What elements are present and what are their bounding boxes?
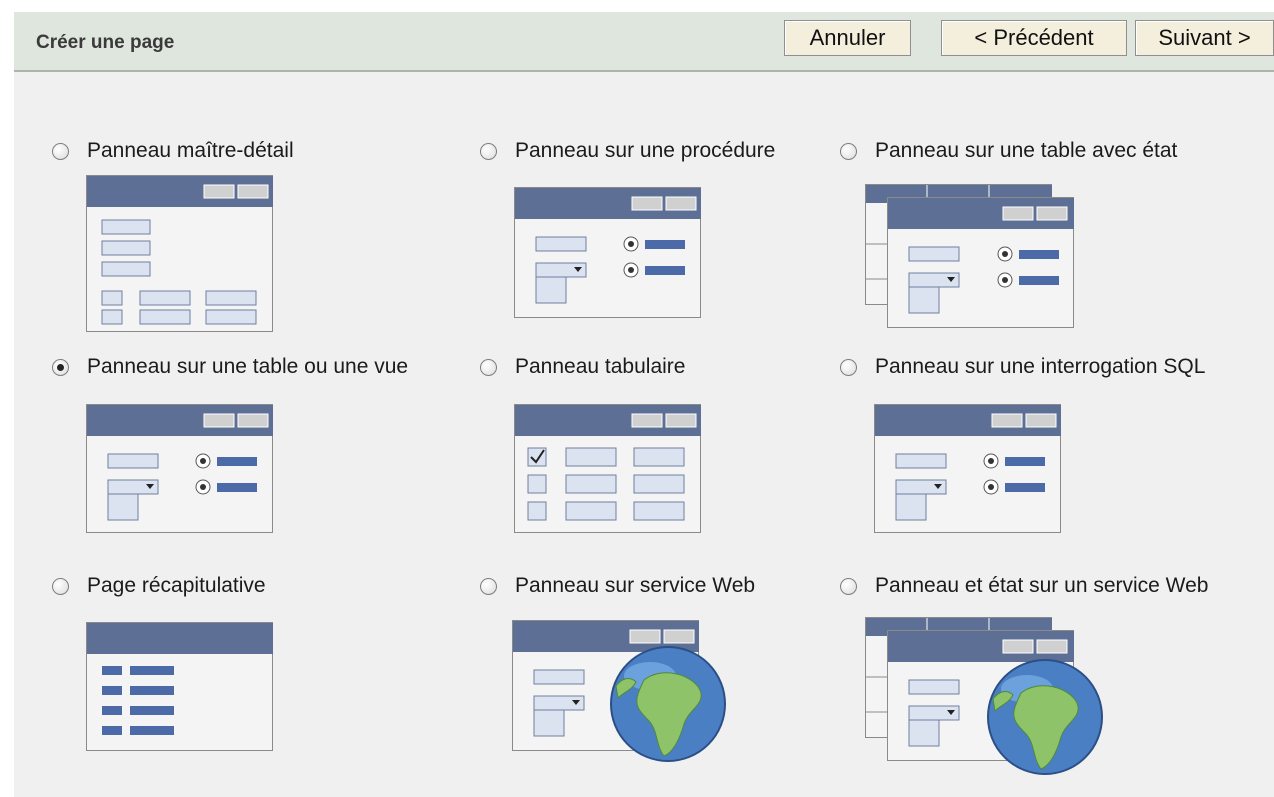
next-button[interactable]: Suivant > bbox=[1135, 20, 1274, 56]
wizard-header: Créer une page Annuler < Précédent Suiva… bbox=[14, 12, 1274, 72]
radio-master-detail[interactable] bbox=[52, 142, 69, 160]
option-label: Panneau sur service Web bbox=[515, 574, 756, 597]
radio-table-report[interactable] bbox=[840, 142, 857, 160]
summary-page-thumbnail bbox=[86, 622, 273, 751]
option-label: Panneau sur une table ou une vue bbox=[87, 355, 409, 378]
option-master-detail[interactable]: Panneau maître-détail bbox=[52, 139, 294, 163]
option-web-service-report[interactable]: Panneau et état sur un service Web bbox=[840, 574, 1208, 598]
radio-tabular[interactable] bbox=[480, 358, 497, 376]
page-title: Créer une page bbox=[36, 32, 175, 53]
master-detail-thumbnail bbox=[86, 175, 273, 332]
option-label: Panneau sur une interrogation SQL bbox=[875, 355, 1206, 378]
radio-web-service-report[interactable] bbox=[840, 577, 857, 595]
previous-button[interactable]: < Précédent bbox=[941, 20, 1127, 56]
option-table-view[interactable]: Panneau sur une table ou une vue bbox=[52, 355, 408, 379]
radio-table-view[interactable] bbox=[52, 358, 69, 376]
option-label: Panneau et état sur un service Web bbox=[875, 574, 1209, 597]
option-label: Panneau sur une procédure bbox=[515, 139, 776, 162]
table-report-thumbnail bbox=[865, 184, 1074, 328]
option-tabular[interactable]: Panneau tabulaire bbox=[480, 355, 685, 379]
option-label: Panneau maître-détail bbox=[87, 139, 294, 162]
option-web-service[interactable]: Panneau sur service Web bbox=[480, 574, 755, 598]
option-summary-page[interactable]: Page récapitulative bbox=[52, 574, 266, 598]
option-procedure[interactable]: Panneau sur une procédure bbox=[480, 139, 775, 163]
radio-procedure[interactable] bbox=[480, 142, 497, 160]
option-sql-query[interactable]: Panneau sur une interrogation SQL bbox=[840, 355, 1205, 379]
globe-icon bbox=[610, 646, 726, 762]
option-table-report[interactable]: Panneau sur une table avec état bbox=[840, 139, 1177, 163]
radio-summary-page[interactable] bbox=[52, 577, 69, 595]
option-label: Page récapitulative bbox=[87, 574, 266, 597]
web-service-report-thumbnail bbox=[865, 617, 1103, 775]
create-page-wizard: Créer une page Annuler < Précédent Suiva… bbox=[14, 12, 1274, 797]
radio-sql-query[interactable] bbox=[840, 358, 857, 376]
option-label: Panneau tabulaire bbox=[515, 355, 686, 378]
cancel-button[interactable]: Annuler bbox=[784, 20, 911, 56]
radio-web-service[interactable] bbox=[480, 577, 497, 595]
procedure-form-thumbnail bbox=[514, 187, 701, 318]
tabular-form-thumbnail bbox=[514, 404, 701, 533]
globe-icon bbox=[987, 659, 1103, 775]
table-view-form-thumbnail bbox=[86, 404, 273, 533]
sql-query-form-thumbnail bbox=[874, 404, 1061, 533]
web-service-thumbnail bbox=[512, 620, 726, 762]
option-label: Panneau sur une table avec état bbox=[875, 139, 1178, 162]
